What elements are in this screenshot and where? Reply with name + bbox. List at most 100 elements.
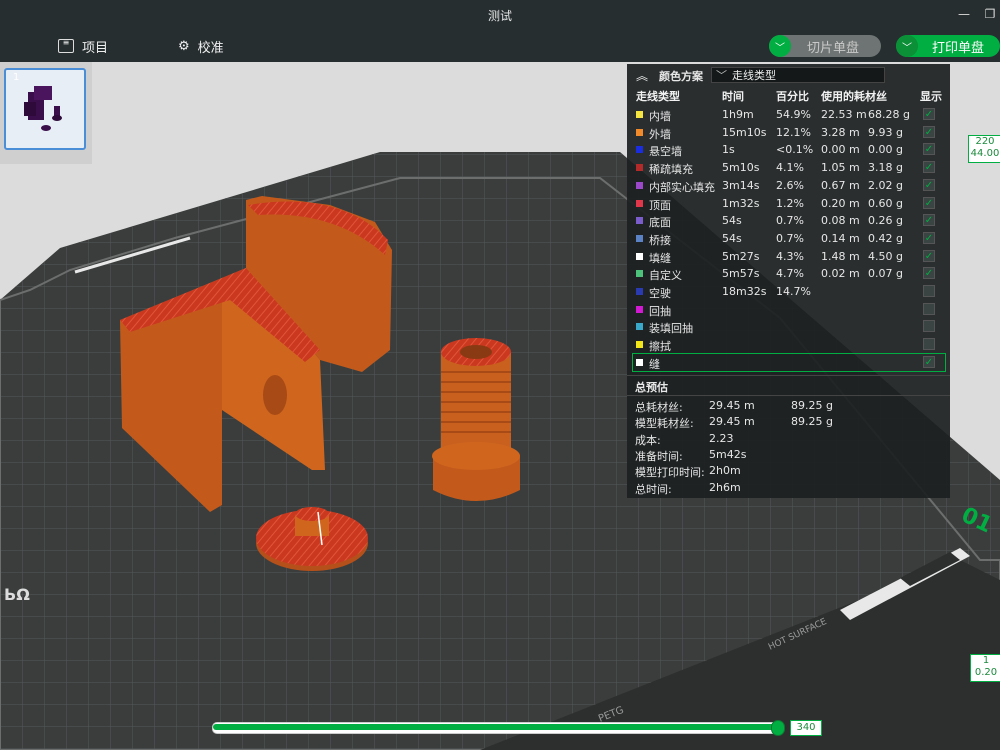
- legend-row-length: 3.28 m: [821, 125, 860, 139]
- legend-row-name: 擦拭: [649, 340, 671, 354]
- summary-value: 29.45 m: [709, 415, 755, 429]
- legend-row-length: 0.20 m: [821, 196, 860, 210]
- bottom-layer-height: 0.20: [974, 667, 998, 678]
- visibility-checkbox[interactable]: [923, 285, 935, 297]
- chevron-down-icon[interactable]: ﹀: [896, 35, 918, 57]
- legend-row[interactable]: 顶面 1m32s 1.2% 0.20 m 0.60 g ✓: [633, 195, 945, 213]
- legend-row[interactable]: 空驶 18m32s 14.7%: [633, 283, 945, 301]
- color-swatch: [636, 111, 643, 118]
- legend-row-percent: <0.1%: [776, 143, 814, 157]
- legend-row-percent: 1.2%: [776, 196, 804, 210]
- legend-row[interactable]: 擦拭: [633, 336, 945, 354]
- visibility-checkbox[interactable]: ✓: [923, 196, 935, 209]
- visibility-checkbox[interactable]: [923, 338, 935, 351]
- legend-row[interactable]: 填缝 5m27s 4.3% 1.48 m 4.50 g ✓: [633, 248, 945, 266]
- legend-row-name: 装填回抽: [649, 322, 693, 336]
- legend-row-time: 15m10s: [722, 125, 767, 139]
- legend-row[interactable]: 悬空墙 1s <0.1% 0.00 m 0.00 g ✓: [633, 141, 945, 159]
- legend-row-name: 外墙: [649, 127, 671, 141]
- legend-row-length: 1.48 m: [821, 249, 860, 263]
- color-swatch: [636, 181, 643, 189]
- summary-label: 模型耗材丝:: [635, 417, 694, 431]
- summary-value: 5m42s: [709, 447, 747, 461]
- bolt-model[interactable]: [432, 338, 520, 501]
- legend-row-percent: 4.1%: [776, 161, 804, 175]
- legend-row[interactable]: 底面 54s 0.7% 0.08 m 0.26 g ✓: [633, 212, 945, 230]
- print-plate-label: 打印单盘: [932, 40, 985, 56]
- visibility-checkbox[interactable]: ✓: [923, 267, 935, 280]
- legend-row-weight: 0.60 g: [868, 196, 903, 210]
- visibility-checkbox[interactable]: ✓: [923, 125, 935, 138]
- legend-row[interactable]: 回抽: [633, 301, 945, 319]
- legend-row-name: 空驶: [649, 287, 671, 300]
- summary-value: 29.45 m: [709, 399, 755, 412]
- visibility-checkbox[interactable]: [923, 320, 935, 333]
- move-slider-handle[interactable]: [771, 720, 785, 736]
- restore-icon[interactable]: ❐: [982, 6, 998, 22]
- visibility-checkbox[interactable]: ✓: [923, 249, 935, 262]
- plate-number: 1: [13, 72, 20, 83]
- color-scheme-value: 走线类型: [732, 69, 776, 82]
- legend-row[interactable]: 外墙 15m10s 12.1% 3.28 m 9.93 g ✓: [633, 124, 945, 142]
- legend-row-weight: 3.18 g: [868, 161, 903, 175]
- slice-plate-button[interactable]: ﹀ 切片单盘: [769, 35, 881, 57]
- legend-row-weight: 0.00 g: [868, 143, 903, 157]
- legend-row-name: 顶面: [649, 198, 671, 212]
- color-scheme-select[interactable]: ﹀ 走线类型: [711, 67, 885, 83]
- visibility-checkbox[interactable]: [923, 302, 935, 315]
- legend-row[interactable]: 自定义 5m57s 4.7% 0.02 m 0.07 g ✓: [633, 265, 945, 283]
- legend-title: 颜色方案: [659, 70, 703, 83]
- chevron-down-icon: ﹀: [716, 69, 727, 82]
- legend-row-weight: 0.42 g: [868, 231, 903, 245]
- window-title: 测试: [487, 9, 512, 23]
- visibility-checkbox[interactable]: ✓: [923, 214, 935, 227]
- legend-row-name: 底面: [649, 216, 671, 230]
- move-slider-fill: [213, 724, 778, 730]
- chevron-down-icon[interactable]: ﹀: [769, 35, 791, 57]
- visibility-checkbox[interactable]: ✓: [923, 143, 935, 156]
- legend-row-weight: 9.93 g: [868, 125, 903, 139]
- plate-edge-mark: ЬΩ: [4, 585, 30, 604]
- move-slider-value: 340: [790, 720, 822, 736]
- legend-row[interactable]: 桥接 54s 0.7% 0.14 m 0.42 g ✓: [633, 230, 945, 248]
- visibility-checkbox[interactable]: ✓: [923, 161, 935, 174]
- minimize-icon[interactable]: —: [956, 6, 972, 22]
- plate-thumbnail[interactable]: 1: [4, 68, 86, 150]
- legend-header: ︽ 颜色方案 ﹀ 走线类型: [627, 64, 950, 86]
- legend-row[interactable]: 内部实心填充 3m14s 2.6% 0.67 m 2.02 g ✓: [633, 177, 945, 195]
- legend-row[interactable]: 装填回抽: [633, 318, 945, 336]
- color-swatch: [636, 234, 643, 242]
- visibility-checkbox[interactable]: ✓: [923, 178, 935, 191]
- collapse-icon[interactable]: ︽: [636, 67, 648, 84]
- color-swatch: [636, 288, 643, 295]
- visibility-checkbox[interactable]: ✓: [923, 355, 935, 368]
- project-label: 项目: [82, 40, 109, 56]
- color-swatch: [636, 217, 643, 225]
- color-swatch: [636, 252, 643, 260]
- legend-row-length: 0.02 m: [821, 267, 860, 281]
- summary-label: 成本:: [635, 433, 661, 447]
- legend-row-weight: 0.07 g: [868, 267, 903, 281]
- layer-top-label[interactable]: 220 44.00: [968, 135, 1000, 163]
- legend-row[interactable]: 稀疏填充 5m10s 4.1% 1.05 m 3.18 g ✓: [633, 159, 945, 177]
- plate-list: 1: [0, 62, 92, 164]
- color-swatch: [636, 164, 643, 172]
- bottom-layer-number: 1: [982, 655, 990, 666]
- legend-row-percent: 2.6%: [776, 178, 804, 192]
- layer-bottom-label[interactable]: 1 0.20: [970, 654, 1000, 682]
- legend-row-time: 18m32s: [722, 285, 767, 298]
- color-swatch: [636, 270, 643, 278]
- legend-row-weight: 4.50 g: [868, 249, 903, 263]
- legend-row-name: 内部实心填充: [649, 180, 715, 194]
- print-plate-button[interactable]: ﹀ 打印单盘: [896, 35, 1000, 57]
- calibrate-tab[interactable]: ⚙ 校准: [178, 37, 224, 56]
- legend-row[interactable]: 缝 ✓: [632, 352, 946, 373]
- legend-row-time: 1h9m: [722, 108, 754, 121]
- project-tab[interactable]: ≡ 项目: [58, 37, 109, 56]
- legend-row[interactable]: 内墙 1h9m 54.9% 22.53 m 68.28 g ✓: [633, 106, 945, 124]
- legend-row-time: 54s: [722, 231, 742, 245]
- visibility-checkbox[interactable]: ✓: [923, 108, 935, 120]
- color-swatch: [636, 128, 643, 136]
- visibility-checkbox[interactable]: ✓: [923, 231, 935, 244]
- legend-row-percent: 12.1%: [776, 125, 811, 139]
